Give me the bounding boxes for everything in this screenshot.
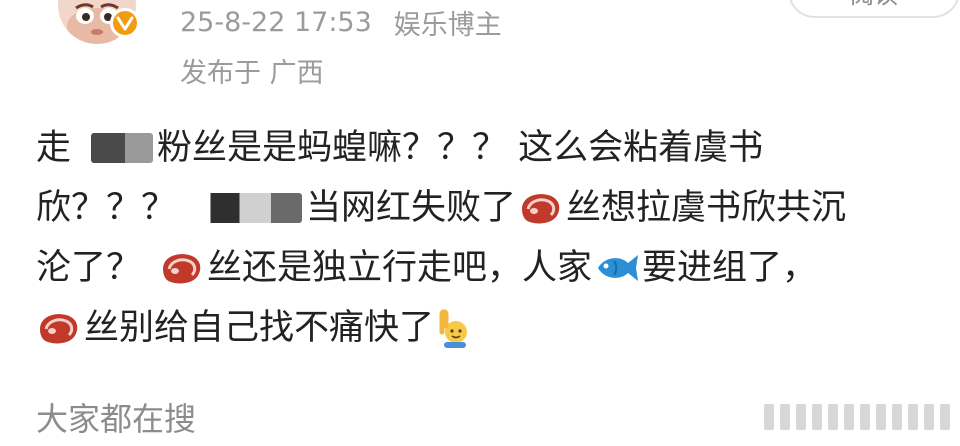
placeholder-bar xyxy=(908,404,918,430)
verified-badge-icon xyxy=(110,8,140,38)
placeholder-bar xyxy=(892,404,902,430)
read-button-label: 阅读 xyxy=(850,0,898,10)
placeholder-bar xyxy=(876,404,886,430)
post-text: 要进组了， xyxy=(642,248,818,288)
raising-hand-emoji-icon xyxy=(436,308,472,348)
post-body: 走 粉丝是是蚂蝗嘛？？？ 这么会粘着虞书 欣？？？ 当网红失败了 丝想拉虞书欣共… xyxy=(36,118,916,358)
post-line-4: 丝别给自己找不痛快了 xyxy=(36,298,916,358)
post-line-2: 欣？？？ 当网红失败了 丝想拉虞书欣共沉 xyxy=(36,178,916,238)
post-text: 沦了？ xyxy=(36,248,142,288)
trending-bar: 大家都在搜 xyxy=(36,392,956,442)
placeholder-bar xyxy=(764,404,774,430)
read-button[interactable]: 阅读 xyxy=(788,0,960,18)
post-line-3: 沦了？ 丝还是独立行走吧，人家 要进组了， xyxy=(36,238,916,298)
placeholder-bar xyxy=(812,404,822,430)
meat-emoji-icon xyxy=(36,309,82,347)
placeholder-bar xyxy=(940,404,950,430)
meat-emoji-icon xyxy=(518,189,564,227)
placeholder-bar xyxy=(924,404,934,430)
post-text: 走 xyxy=(36,128,72,168)
trending-label: 大家都在搜 xyxy=(36,400,197,438)
post-meta: 25-8-22 17:53 娱乐博主 xyxy=(180,4,502,41)
post-text: 丝别给自己找不痛快了 xyxy=(84,308,435,348)
post-location: 发布于 广西 xyxy=(180,57,324,89)
post-line-1: 走 粉丝是是蚂蝗嘛？？？ 这么会粘着虞书 xyxy=(36,118,916,178)
placeholder-bar xyxy=(828,404,838,430)
meat-emoji-icon xyxy=(159,249,205,287)
placeholder-bar xyxy=(844,404,854,430)
post-text: 丝想拉虞书欣共沉 xyxy=(566,188,847,228)
post-time: 25-8-22 17:53 xyxy=(180,6,372,38)
redacted-name xyxy=(91,133,154,163)
placeholder-bar xyxy=(860,404,870,430)
author-tag: 娱乐博主 xyxy=(393,9,502,41)
post-text: 粉丝是是蚂蝗嘛？？？ 这么会粘着虞书 xyxy=(157,128,764,168)
post-text: 丝还是独立行走吧，人家 xyxy=(207,248,593,288)
fish-emoji-icon xyxy=(594,251,640,285)
placeholder-bar xyxy=(796,404,806,430)
post-text: 当网红失败了 xyxy=(306,188,517,228)
post-text: 欣？？？ xyxy=(36,188,177,228)
placeholder-bar xyxy=(780,404,790,430)
trending-placeholder xyxy=(764,404,956,430)
redacted-name xyxy=(198,193,303,223)
